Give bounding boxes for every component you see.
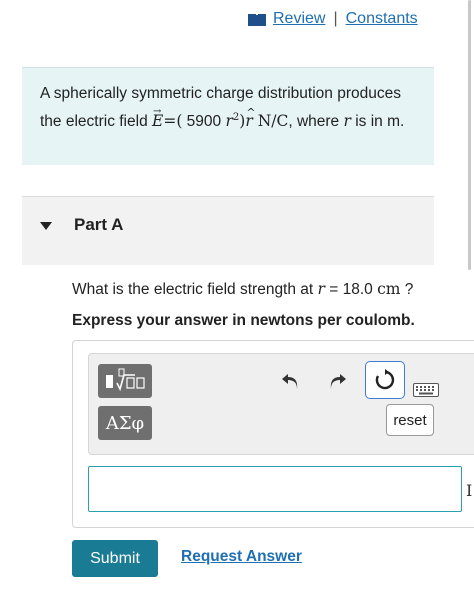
problem-text-part-3: is in m.	[350, 113, 405, 131]
redo-button[interactable]	[322, 367, 352, 397]
field-units: N/C	[252, 112, 289, 131]
undo-button[interactable]	[276, 367, 306, 397]
expand-triangle-icon[interactable]	[40, 222, 52, 230]
question-value: = 18.0	[324, 281, 378, 298]
problem-text: A spherically symmetric charge distribut…	[40, 82, 420, 134]
top-links: Review | Constants	[248, 8, 418, 30]
redo-icon	[330, 374, 346, 389]
request-answer-link[interactable]: Request Answer	[181, 548, 302, 566]
templates-icon	[106, 368, 145, 392]
keyboard-icon	[413, 383, 439, 397]
question-text: What is the electric field strength at r…	[72, 280, 413, 299]
undo-icon	[282, 374, 298, 389]
problem-statement-box: A spherically symmetric charge distribut…	[22, 67, 434, 165]
question-unit: cm	[377, 280, 401, 298]
r-hat-symbol: ^ r	[245, 106, 255, 133]
submit-button[interactable]: Submit	[72, 540, 158, 577]
text-cursor-marker: I	[466, 481, 473, 500]
vector-arrow-icon: →	[153, 106, 162, 118]
problem-text-part-2: , where	[288, 113, 344, 131]
reset-button[interactable]: reset	[386, 404, 434, 436]
r-symbol: r	[225, 112, 233, 131]
greek-symbols-button[interactable]: ΑΣφ	[98, 406, 152, 440]
hat-icon: ^	[246, 106, 256, 120]
answer-instruction: Express your answer in newtons per coulo…	[72, 312, 415, 329]
link-separator: |	[333, 10, 338, 27]
field-coefficient: 5900	[182, 113, 226, 131]
page-scrollbar[interactable]	[468, 0, 471, 270]
reset-icon-button[interactable]	[365, 361, 405, 399]
question-mark: ?	[400, 281, 414, 298]
r-symbol-2: r	[343, 112, 351, 131]
keyboard-button[interactable]	[411, 375, 441, 405]
templates-button[interactable]	[98, 364, 152, 398]
part-title: Part A	[74, 215, 124, 234]
constants-link[interactable]: Constants	[346, 10, 418, 28]
reset-icon	[375, 369, 395, 390]
part-a-header[interactable]: Part A	[22, 196, 434, 265]
question-r-symbol: r	[317, 280, 325, 298]
question-text-start: What is the electric field strength at	[72, 281, 318, 298]
book-icon	[248, 13, 266, 26]
equals-paren: =(	[163, 112, 183, 131]
electric-field-symbol: → E	[152, 106, 163, 133]
answer-input[interactable]	[88, 466, 462, 512]
review-link[interactable]: Review	[273, 10, 325, 28]
